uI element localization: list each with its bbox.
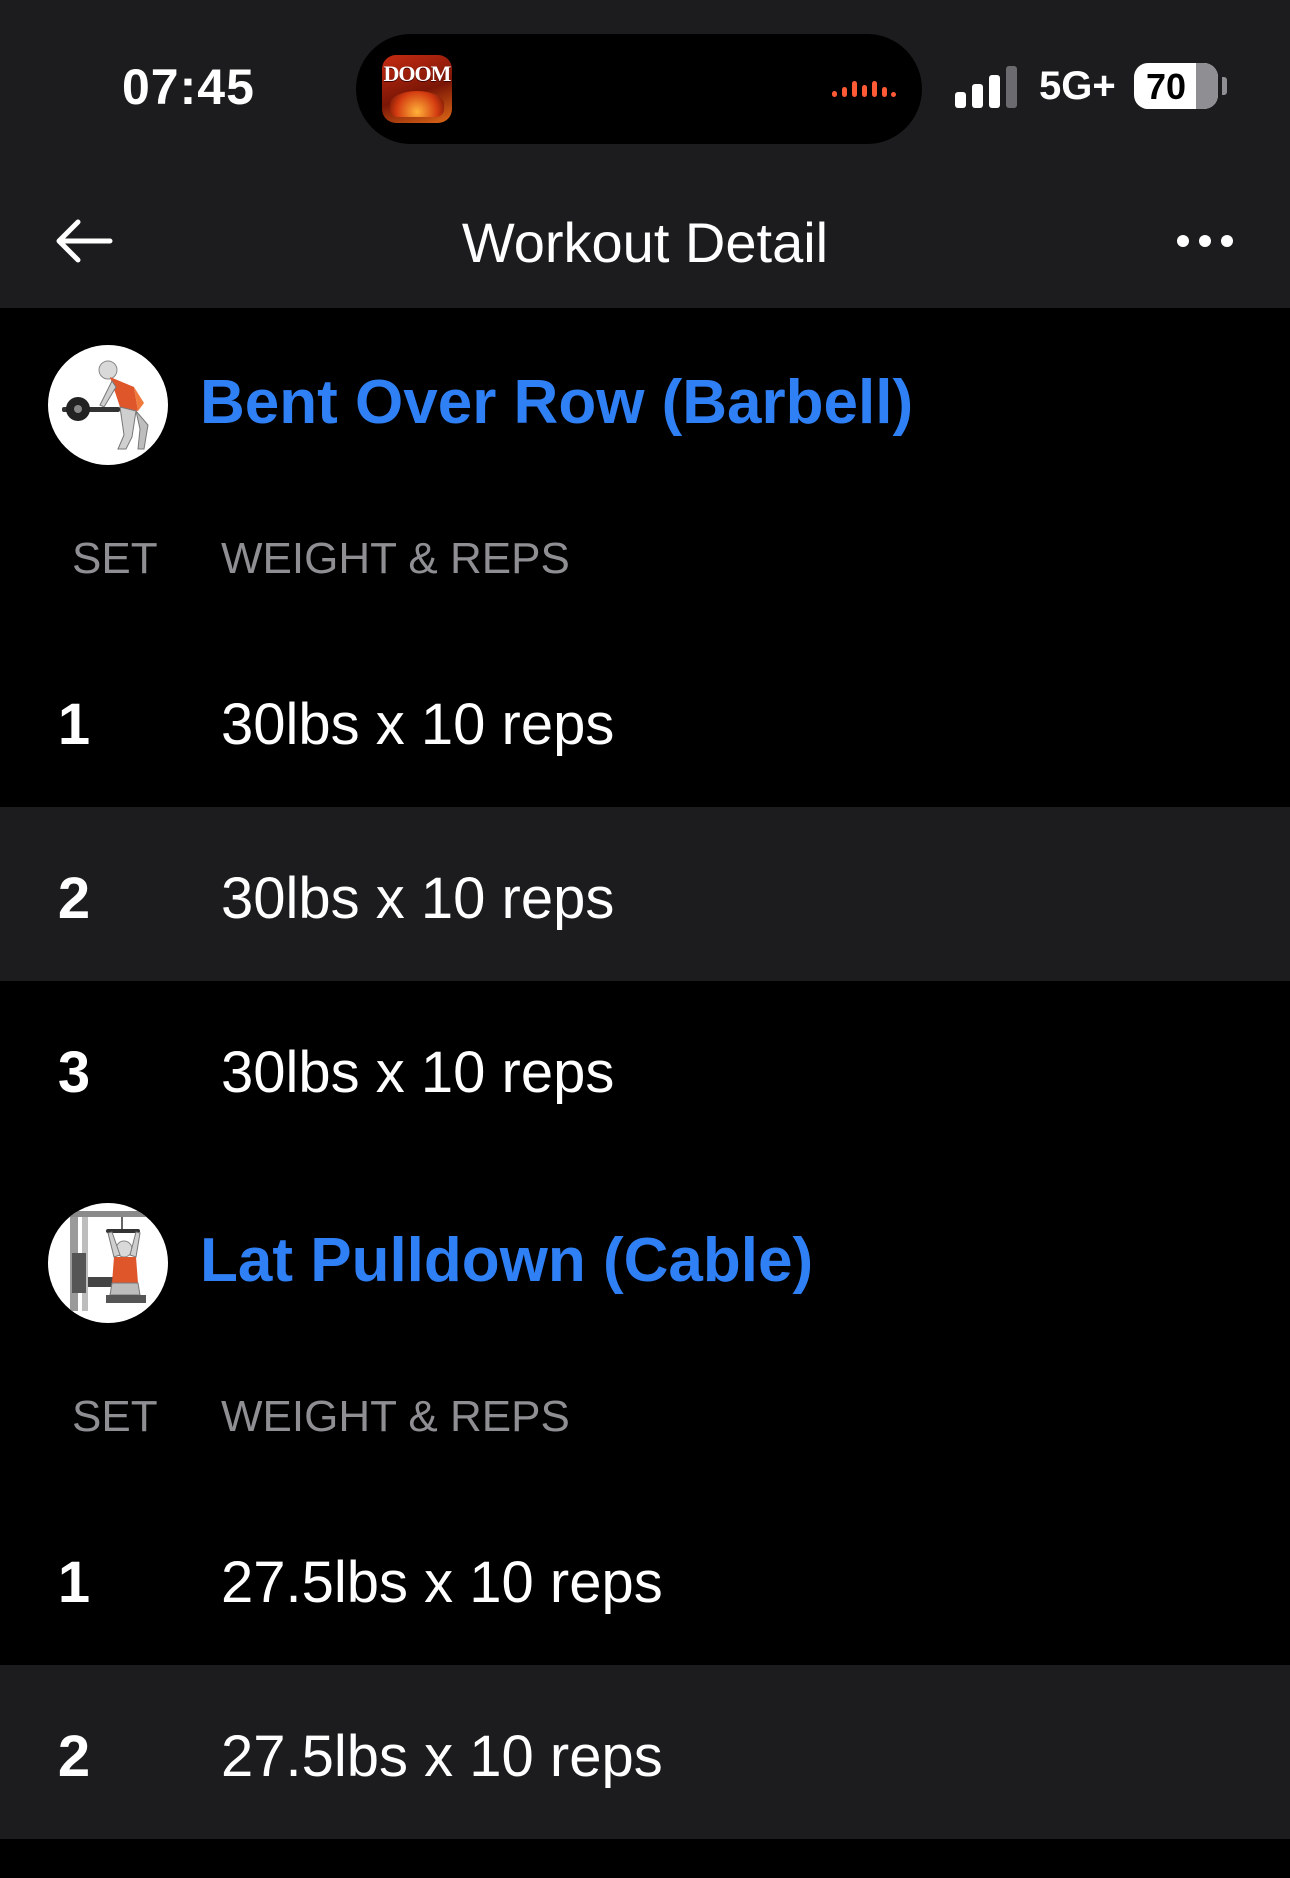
sets-column-header: SET WEIGHT & REPS	[0, 1376, 1290, 1456]
exercise-name[interactable]: Lat Pulldown (Cable)	[200, 1225, 813, 1296]
weight-reps-column-label: WEIGHT & REPS	[221, 534, 570, 583]
audio-waveform-icon	[832, 81, 896, 97]
lat-pulldown-illustration	[70, 1211, 146, 1311]
set-number: 1	[57, 1550, 91, 1615]
set-row: 2 27.5lbs x 10 reps	[0, 1665, 1290, 1839]
set-weight-reps: 27.5lbs x 10 reps	[221, 1550, 663, 1615]
set-weight-reps: 27.5lbs x 10 reps	[221, 1724, 663, 1789]
network-type: 5G+	[1039, 64, 1116, 108]
set-column-label: SET	[72, 534, 158, 583]
bent-over-row-illustration	[62, 360, 149, 450]
set-weight-reps: 30lbs x 10 reps	[221, 1040, 615, 1105]
sets-column-header: SET WEIGHT & REPS	[0, 518, 1290, 598]
set-weight-reps: 30lbs x 10 reps	[221, 692, 615, 757]
set-row: 1 27.5lbs x 10 reps	[0, 1491, 1290, 1665]
weight-reps-column-label: WEIGHT & REPS	[221, 1392, 570, 1441]
battery-icon: 70	[1134, 63, 1218, 109]
cellular-signal-icon	[955, 66, 1019, 108]
battery-level: 70	[1145, 66, 1187, 107]
exercise-header[interactable]: Bent Over Row (Barbell)	[0, 325, 1290, 465]
exercise-thumbnail	[48, 1203, 168, 1323]
set-row: 2 30lbs x 10 reps	[0, 807, 1290, 981]
set-row: 3 30lbs x 10 reps	[0, 981, 1290, 1155]
exercise-thumbnail	[48, 345, 168, 465]
set-number: 1	[57, 692, 91, 757]
more-options-icon[interactable]	[1174, 216, 1236, 266]
set-weight-reps: 30lbs x 10 reps	[221, 866, 615, 931]
exercise-name[interactable]: Bent Over Row (Barbell)	[200, 367, 913, 438]
set-number: 2	[57, 866, 91, 931]
page-title: Workout Detail	[461, 211, 829, 274]
doom-flame-art	[390, 91, 444, 117]
nav-bar: Workout Detail	[0, 176, 1290, 308]
set-number: 3	[57, 1040, 91, 1105]
exercise-header[interactable]: Lat Pulldown (Cable)	[0, 1183, 1290, 1323]
set-number: 2	[57, 1724, 91, 1789]
doom-app-icon[interactable]: DOOM	[382, 55, 452, 123]
dynamic-island[interactable]: DOOM	[356, 34, 922, 144]
status-time: 07:45	[122, 59, 255, 115]
set-row: 1 30lbs x 10 reps	[0, 633, 1290, 807]
battery-tip	[1222, 77, 1227, 95]
set-column-label: SET	[72, 1392, 158, 1441]
doom-app-label: DOOM	[383, 61, 452, 86]
status-bar: 07:45 DOOM 5G+ 70	[0, 0, 1290, 176]
